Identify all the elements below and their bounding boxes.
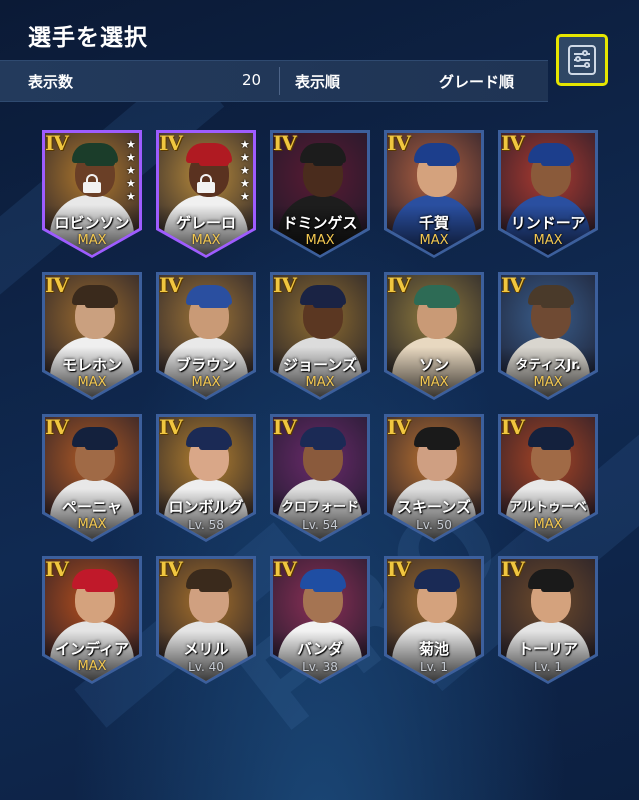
grade-badge: IV	[387, 557, 411, 581]
lock-icon	[82, 174, 102, 193]
player-level: Lv. 58	[188, 518, 224, 532]
player-card[interactable]: IV ★ ★ ★ ★ ★ ロビンソン MAX	[42, 130, 142, 258]
player-name: バンダ	[297, 640, 343, 658]
player-name: メリル	[183, 640, 229, 658]
grade-badge: IV	[159, 415, 183, 439]
player-card[interactable]: IV ペーニャ MAX	[42, 414, 142, 542]
grade-badge: IV	[501, 415, 525, 439]
player-name: ジョーンズ	[283, 356, 357, 374]
grade-badge: IV	[501, 557, 525, 581]
rank-stars: ★ ★ ★ ★ ★	[240, 138, 250, 203]
grade-badge: IV	[159, 557, 183, 581]
player-card[interactable]: IV ロンボルグ Lv. 58	[156, 414, 256, 542]
player-card[interactable]: IV バンダ Lv. 38	[270, 556, 370, 684]
player-name: 菊池	[418, 640, 449, 658]
bar-divider	[279, 67, 280, 95]
player-card[interactable]: IV ソン MAX	[384, 272, 484, 400]
grade-badge: IV	[273, 273, 297, 297]
grade-badge: IV	[159, 131, 183, 155]
player-card[interactable]: IV トーリア Lv. 1	[498, 556, 598, 684]
filter-button[interactable]	[556, 34, 608, 86]
player-level: MAX	[419, 233, 449, 248]
player-name: モレホン	[61, 356, 122, 374]
sort-order-label: 表示順	[295, 73, 341, 91]
player-name: ロビンソン	[54, 214, 130, 232]
player-level: Lv. 1	[533, 660, 563, 674]
player-name: アルトゥーベ	[509, 500, 587, 515]
display-options-bar: 表示数 20 表示順 グレード順	[0, 60, 548, 102]
player-card[interactable]: IV モレホン MAX	[42, 272, 142, 400]
background-watermark: PRO	[215, 468, 533, 760]
grade-badge: IV	[273, 415, 297, 439]
page-title: 選手を選択	[28, 25, 148, 51]
display-count-label: 表示数	[28, 73, 74, 91]
player-level: Lv. 50	[416, 518, 452, 532]
grade-badge: IV	[45, 415, 69, 439]
player-level: Lv. 54	[302, 518, 338, 532]
player-level: MAX	[77, 659, 107, 674]
grade-badge: IV	[273, 557, 297, 581]
player-level: Lv. 1	[419, 660, 449, 674]
lock-icon	[196, 174, 216, 193]
player-card[interactable]: IV メリル Lv. 40	[156, 556, 256, 684]
grade-badge: IV	[387, 273, 411, 297]
player-name: タティスJr.	[515, 358, 581, 373]
player-level: Lv. 38	[302, 660, 338, 674]
sort-order-value[interactable]: グレード順	[439, 71, 514, 92]
player-card[interactable]: IV アルトゥーベ MAX	[498, 414, 598, 542]
player-name: 千賀	[418, 214, 449, 232]
player-level: MAX	[77, 517, 107, 532]
grade-badge: IV	[387, 131, 411, 155]
player-card[interactable]: IV ドミンゲス MAX	[270, 130, 370, 258]
filter-sliders-icon	[568, 45, 596, 75]
player-name: リンドーア	[510, 214, 586, 232]
player-name: ロンボルグ	[168, 498, 244, 516]
grade-badge: IV	[45, 131, 69, 155]
player-level: MAX	[533, 517, 563, 532]
player-card[interactable]: IV タティスJr. MAX	[498, 272, 598, 400]
player-name: トーリア	[517, 640, 578, 658]
player-level: MAX	[305, 233, 335, 248]
player-name: ドミンゲス	[282, 214, 358, 232]
player-card[interactable]: IV インディア MAX	[42, 556, 142, 684]
grade-badge: IV	[501, 273, 525, 297]
player-card[interactable]: IV ジョーンズ MAX	[270, 272, 370, 400]
player-name: インディア	[55, 640, 129, 658]
player-level: MAX	[77, 233, 107, 248]
rank-stars: ★ ★ ★ ★ ★	[126, 138, 136, 203]
player-card[interactable]: IV クロフォード Lv. 54	[270, 414, 370, 542]
player-card[interactable]: IV 菊池 Lv. 1	[384, 556, 484, 684]
player-level: MAX	[77, 375, 107, 390]
player-level: MAX	[305, 375, 335, 390]
player-card[interactable]: IV スキーンズ Lv. 50	[384, 414, 484, 542]
player-card[interactable]: IV ブラウン MAX	[156, 272, 256, 400]
player-card[interactable]: IV ★ ★ ★ ★ ★ ゲレーロ MAX	[156, 130, 256, 258]
player-name: ペーニャ	[61, 498, 122, 516]
player-name: スキーンズ	[397, 498, 471, 516]
header: 選手を選択 表示数 20 表示順 グレード順	[0, 0, 639, 104]
grade-badge: IV	[273, 131, 297, 155]
player-card[interactable]: IV 千賀 MAX	[384, 130, 484, 258]
grade-badge: IV	[45, 557, 69, 581]
player-name: ソン	[418, 356, 449, 374]
player-level: MAX	[533, 233, 563, 248]
grade-badge: IV	[501, 131, 525, 155]
grade-badge: IV	[45, 273, 69, 297]
player-level: MAX	[191, 233, 221, 248]
player-level: Lv. 40	[188, 660, 224, 674]
player-name: クロフォード	[280, 500, 359, 515]
player-level: MAX	[533, 375, 563, 390]
player-level: MAX	[419, 375, 449, 390]
grade-badge: IV	[387, 415, 411, 439]
player-card[interactable]: IV リンドーア MAX	[498, 130, 598, 258]
player-name: ブラウン	[175, 356, 236, 374]
player-name: ゲレーロ	[175, 214, 236, 232]
grade-badge: IV	[159, 273, 183, 297]
display-count-value[interactable]: 20	[242, 71, 261, 89]
player-level: MAX	[191, 375, 221, 390]
